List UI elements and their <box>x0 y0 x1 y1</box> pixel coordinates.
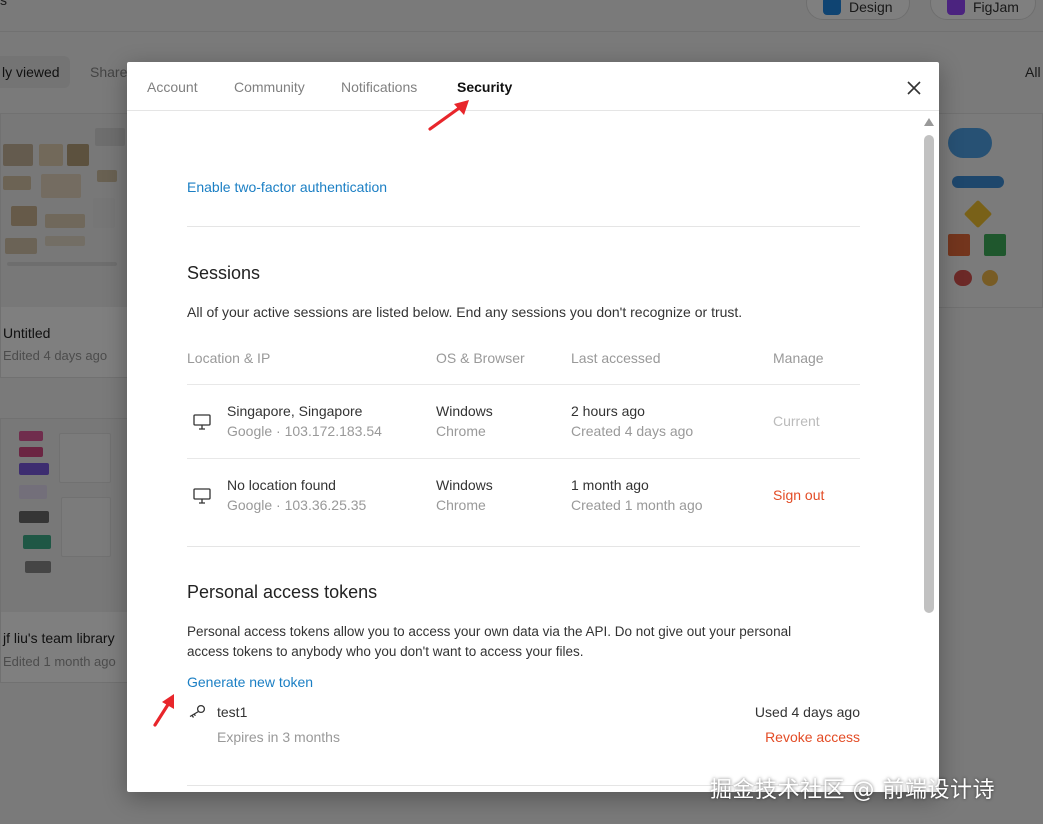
token-used: Used 4 days ago <box>754 704 860 720</box>
monitor-icon <box>193 414 211 430</box>
enable-2fa-link[interactable]: Enable two-factor authentication <box>187 179 387 195</box>
tokens-description-line1: Personal access tokens allow you to acce… <box>187 624 792 639</box>
divider <box>187 546 860 547</box>
tab-security[interactable]: Security <box>457 79 512 95</box>
close-icon <box>907 81 921 95</box>
settings-modal: Account Community Notifications Security… <box>127 62 939 792</box>
col-location: Location & IP <box>187 350 271 366</box>
session-location: No location found <box>227 477 336 493</box>
settings-tabs: Account Community Notifications Security <box>127 62 939 111</box>
session-current-label: Current <box>773 413 820 429</box>
session-browser: Chrome <box>436 423 486 439</box>
session-row: No location found Google · 103.36.25.35 … <box>187 458 860 532</box>
monitor-icon <box>193 488 211 504</box>
session-last-accessed: 1 month ago <box>571 477 649 493</box>
col-manage: Manage <box>773 350 824 366</box>
annotation-arrow-icon <box>428 100 469 131</box>
session-ip: Google · 103.172.183.54 <box>227 423 382 439</box>
token-expires: Expires in 3 months <box>217 729 340 745</box>
tab-community[interactable]: Community <box>234 79 305 95</box>
scrollbar[interactable] <box>923 118 935 792</box>
revoke-access-button[interactable]: Revoke access <box>765 729 860 745</box>
security-panel: Enable two-factor authentication Session… <box>127 112 927 792</box>
col-os: OS & Browser <box>436 350 525 366</box>
close-button[interactable] <box>902 76 926 100</box>
tab-notifications[interactable]: Notifications <box>341 79 417 95</box>
tokens-heading: Personal access tokens <box>187 582 378 602</box>
tab-account[interactable]: Account <box>147 79 198 95</box>
session-browser: Chrome <box>436 497 486 513</box>
col-last-accessed: Last accessed <box>571 350 661 366</box>
sign-out-button[interactable]: Sign out <box>773 487 824 503</box>
tokens-description-line2: access tokens to anybody who you don't w… <box>187 644 584 659</box>
scrollbar-thumb[interactable] <box>924 135 934 613</box>
session-os: Windows <box>436 477 493 493</box>
session-row: Singapore, Singapore Google · 103.172.18… <box>187 384 860 458</box>
session-location: Singapore, Singapore <box>227 403 363 419</box>
scroll-up-icon[interactable] <box>924 118 934 126</box>
session-created: Created 1 month ago <box>571 497 703 513</box>
generate-token-link[interactable]: Generate new token <box>187 674 313 690</box>
annotation-arrow-icon <box>153 694 174 727</box>
key-icon <box>189 704 206 718</box>
divider <box>187 226 860 227</box>
session-created: Created 4 days ago <box>571 423 694 439</box>
sessions-description: All of your active sessions are listed b… <box>187 304 743 320</box>
session-ip: Google · 103.36.25.35 <box>227 497 367 513</box>
session-last-accessed: 2 hours ago <box>571 403 645 419</box>
watermark: 掘金技术社区 @ 前端设计诗 <box>710 778 995 803</box>
sessions-heading: Sessions <box>187 263 261 283</box>
session-os: Windows <box>436 403 493 419</box>
token-name: test1 <box>217 704 248 720</box>
